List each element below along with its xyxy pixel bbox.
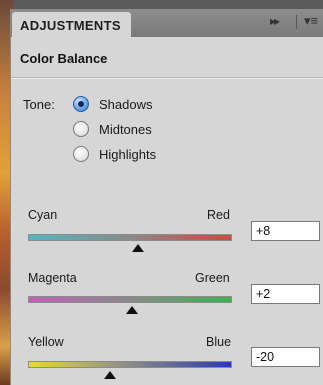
blue-label: Blue bbox=[206, 335, 232, 349]
tone-option-midtones[interactable]: Midtones bbox=[73, 119, 152, 139]
radio-label: Highlights bbox=[99, 146, 157, 162]
red-label: Red bbox=[207, 208, 230, 222]
tone-option-shadows[interactable]: Shadows bbox=[73, 94, 152, 114]
tab-adjustments[interactable]: ADJUSTMENTS bbox=[12, 12, 131, 37]
tone-label: Tone: bbox=[23, 97, 55, 112]
adjustments-panel: ADJUSTMENTS ▸▸ ▾≡ Color Balance Tone: Sh… bbox=[10, 9, 323, 385]
yellow-blue-slider-thumb[interactable] bbox=[103, 371, 116, 379]
cyan-label: Cyan bbox=[28, 208, 58, 222]
radio-button[interactable] bbox=[73, 146, 89, 162]
cyan-red-slider-track[interactable] bbox=[28, 234, 232, 241]
magenta-label: Magenta bbox=[28, 271, 77, 285]
yellow-label: Yellow bbox=[28, 335, 64, 349]
expand-panel-icon[interactable]: ▸▸ bbox=[270, 14, 280, 28]
radio-label: Midtones bbox=[99, 121, 152, 137]
controls-separator bbox=[296, 15, 297, 29]
cyan-red-value-field[interactable]: +8 bbox=[251, 221, 320, 241]
magenta-green-slider-track[interactable] bbox=[28, 296, 232, 303]
radio-label: Shadows bbox=[99, 96, 153, 112]
green-label: Green bbox=[195, 271, 230, 285]
radio-button[interactable] bbox=[73, 121, 89, 137]
tab-adjustments-label: ADJUSTMENTS bbox=[20, 18, 121, 33]
panel-controls: ▸▸ ▾≡ bbox=[266, 12, 323, 34]
radio-button[interactable] bbox=[73, 96, 89, 112]
adjustment-title: Color Balance bbox=[20, 51, 108, 66]
yellow-blue-value-field[interactable]: -20 bbox=[251, 347, 320, 367]
tone-option-highlights[interactable]: Highlights bbox=[73, 144, 156, 164]
yellow-blue-slider-track[interactable] bbox=[28, 361, 232, 368]
header-divider-highlight bbox=[11, 78, 323, 79]
cyan-red-slider-thumb[interactable] bbox=[132, 244, 145, 252]
magenta-green-value-field[interactable]: +2 bbox=[251, 284, 320, 304]
panel-menu-icon[interactable]: ▾≡ bbox=[304, 13, 318, 29]
panel-tab-bar: ADJUSTMENTS ▸▸ ▾≡ bbox=[11, 9, 323, 37]
magenta-green-slider-thumb[interactable] bbox=[126, 306, 139, 314]
